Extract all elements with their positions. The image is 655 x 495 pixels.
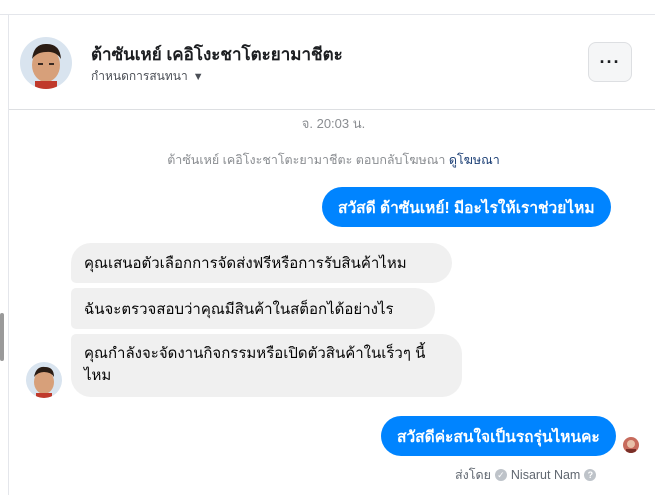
conversation-settings-label: กำหนดการสนทนา bbox=[91, 69, 188, 83]
scrollbar-thumb[interactable] bbox=[0, 313, 4, 361]
view-ad-link[interactable]: ดูโฆษณา bbox=[449, 153, 500, 167]
contact-name[interactable]: ต้าซันเหย์ เคอิโงะชาโตะยามาชีตะ bbox=[91, 41, 343, 68]
outgoing-message[interactable]: สวัสดี ต้าซันเหย์! มีอะไรให้เราช่วยไหม bbox=[322, 187, 611, 227]
more-icon: ··· bbox=[599, 51, 621, 72]
conversation-header: ต้าซันเหย์ เคอิโงะชาโตะยามาชีตะ กำหนดการ… bbox=[9, 15, 655, 110]
help-icon[interactable]: ? bbox=[584, 469, 597, 481]
read-receipt-avatar bbox=[623, 437, 639, 453]
incoming-message[interactable]: คุณกำลังจะจัดงานกิจกรรมหรือเปิดตัวสินค้า… bbox=[71, 334, 462, 397]
sender-name[interactable]: Nisarut Nam bbox=[511, 468, 580, 482]
more-button[interactable]: ··· bbox=[588, 42, 632, 82]
contact-avatar-small[interactable] bbox=[26, 362, 62, 398]
outgoing-message[interactable]: สวัสดีค่ะสนใจเป็นรถรุ่นไหนคะ bbox=[381, 416, 616, 456]
sent-by-label: ส่งโดย bbox=[455, 468, 491, 482]
message-timestamp: จ. 20:03 น. bbox=[301, 116, 366, 131]
contact-avatar[interactable] bbox=[20, 37, 72, 89]
conversation-settings[interactable]: กำหนดการสนทนา ▼ bbox=[91, 67, 204, 86]
ad-reply-notice: ต้าซันเหย์ เคอิโงะชาโตะยามาชีตะ ตอบกลับโ… bbox=[0, 150, 655, 170]
incoming-message[interactable]: คุณเสนอตัวเลือกการจัดส่งฟรีหรือการรับสิน… bbox=[71, 243, 452, 283]
ad-reply-text: ต้าซันเหย์ เคอิโงะชาโตะยามาชีตะ ตอบกลับโ… bbox=[167, 153, 446, 167]
verified-icon: ✓ bbox=[494, 469, 507, 481]
sent-by-info: ส่งโดย ✓ Nisarut Nam ? bbox=[455, 465, 597, 485]
caret-down-icon: ▼ bbox=[192, 70, 204, 83]
incoming-message[interactable]: ฉันจะตรวจสอบว่าคุณมีสินค้าในสต็อกได้อย่า… bbox=[71, 288, 435, 329]
